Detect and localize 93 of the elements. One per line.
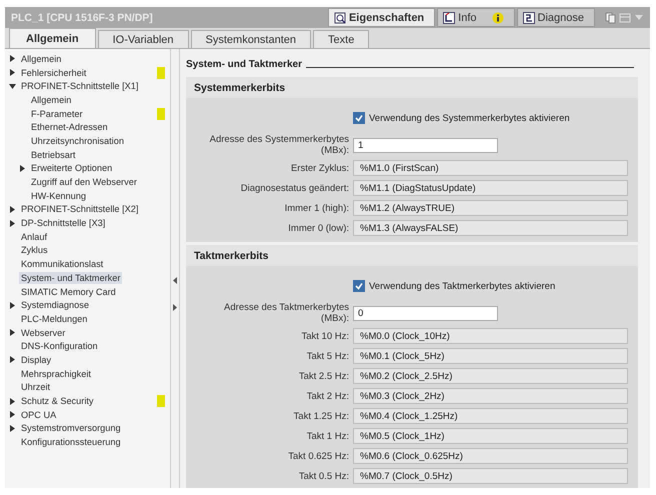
readonly-field: %M0.1 (Clock_5Hz)	[353, 348, 628, 364]
collapsed-arrow-icon[interactable]	[9, 302, 16, 309]
inspector-tab[interactable]: Diagnose	[516, 8, 595, 27]
tree-item[interactable]: System- und Taktmerker	[19, 272, 122, 284]
checkmark-icon	[355, 282, 363, 290]
tree-item[interactable]: Zyklus	[19, 244, 50, 256]
collapsed-arrow-icon[interactable]	[9, 329, 16, 336]
readonly-field: %M1.0 (FirstScan)	[353, 160, 628, 176]
tree-item[interactable]: Erweiterte Optionen	[29, 162, 114, 174]
field-label: Adresse des Taktmerkerbytes (MBx):	[223, 302, 349, 324]
tree-item[interactable]: Webserver	[19, 326, 68, 339]
field-label: Takt 2 Hz:	[306, 390, 349, 402]
field-label: Takt 0.5 Hz:	[298, 470, 349, 482]
tree-item[interactable]: DP-Schnittstelle [X3]	[19, 217, 108, 230]
expand-right-icon[interactable]	[172, 304, 178, 311]
tree-item[interactable]: Zugriff auf den Webserver	[29, 176, 139, 188]
section-title: Systemmerkerbits	[186, 77, 638, 98]
tree-item[interactable]: PLC-Meldungen	[19, 312, 90, 325]
tab[interactable]: IO-Variablen	[98, 30, 189, 48]
checkbox-label: Verwendung des Taktmerkerbytes aktivieren	[369, 280, 556, 292]
page-heading: System- und Taktmerker	[186, 59, 302, 70]
checkbox[interactable]	[353, 112, 365, 124]
tree-item[interactable]: Betriebsart	[29, 148, 78, 161]
inspector-tab[interactable]: Eigenschaften	[328, 8, 436, 27]
info-list-icon	[443, 12, 456, 24]
tree-item[interactable]: Ethernet-Adressen	[29, 121, 110, 134]
readonly-field: %M1.2 (AlwaysTRUE)	[353, 200, 628, 216]
readonly-field: %M0.6 (Clock_0.625Hz)	[353, 448, 628, 464]
window-title: PLC_1 [CPU 1516F-3 PN/DP]	[10, 12, 154, 24]
tree-item[interactable]: Systemstromversorgung	[19, 422, 123, 434]
checkbox-label: Verwendung des Systemmerkerbytes aktivieren	[369, 112, 570, 124]
readonly-field: %M0.3 (Clock_2Hz)	[353, 388, 628, 404]
magnifier-icon	[334, 12, 346, 24]
collapsed-arrow-icon[interactable]	[9, 206, 16, 213]
field-label: Takt 1.25 Hz:	[292, 410, 349, 422]
field-label: Immer 1 (high):	[284, 202, 349, 214]
tree-item[interactable]: Uhrzeitsynchronisation	[29, 134, 126, 147]
input-field[interactable]: 0	[353, 306, 498, 320]
tree-item[interactable]: Schutz & Security	[19, 395, 96, 408]
tree-item[interactable]: HW-Kennung	[29, 190, 88, 202]
collapsed-arrow-icon[interactable]	[9, 424, 16, 432]
collapsed-arrow-icon[interactable]	[9, 398, 16, 405]
collapsed-arrow-icon[interactable]	[9, 356, 16, 364]
readonly-field: %M0.4 (Clock_1.25Hz)	[353, 408, 628, 424]
tab[interactable]: Systemkonstanten	[190, 30, 312, 48]
checkmark-icon	[355, 114, 363, 122]
float-window-icon[interactable]	[605, 12, 616, 24]
tree-item[interactable]: Kommunikationslast	[19, 258, 106, 270]
tree-item[interactable]: PROFINET-Schnittstelle [X2]	[19, 203, 140, 216]
tree-item[interactable]: OPC UA	[19, 408, 58, 421]
readonly-field: %M0.5 (Clock_1Hz)	[353, 428, 628, 444]
readonly-field: %M0.0 (Clock_10Hz)	[353, 328, 628, 344]
checkbox[interactable]	[353, 280, 365, 292]
readonly-field: %M0.2 (Clock_2.5Hz)	[353, 368, 628, 384]
field-label: Takt 2.5 Hz:	[298, 370, 349, 382]
tree-item[interactable]: DNS-Konfiguration	[19, 340, 100, 352]
info-badge-icon	[492, 12, 504, 24]
field-label: Takt 0.625 Hz:	[287, 450, 349, 462]
collapsed-arrow-icon[interactable]	[9, 220, 16, 227]
tree-item[interactable]: Allgemein	[29, 94, 74, 106]
field-label: Takt 1 Hz:	[306, 430, 349, 442]
field-label: Takt 10 Hz:	[300, 330, 349, 342]
field-label: Diagnosestatus geändert:	[240, 182, 349, 194]
collapsed-arrow-icon[interactable]	[9, 69, 16, 76]
readonly-field: %M1.3 (AlwaysFALSE)	[353, 220, 628, 236]
input-field[interactable]: 1	[353, 138, 498, 152]
inspector-tab[interactable]: Info	[437, 8, 515, 27]
tree-item[interactable]: Uhrzeit	[19, 381, 52, 394]
tree-item[interactable]: SIMATIC Memory Card	[19, 286, 118, 298]
tree-item[interactable]: Mehrsprachigkeit	[19, 368, 93, 380]
tab[interactable]: Allgemein	[9, 28, 96, 48]
tree-item[interactable]: Konfigurationssteuerung	[19, 436, 123, 448]
field-label: Immer 0 (low):	[287, 222, 349, 234]
field-label: Adresse des Systemmerkerbytes (MBx):	[208, 134, 349, 156]
tree-item[interactable]: Anlauf	[19, 230, 50, 243]
tree-item[interactable]: F-Parameter	[29, 108, 85, 120]
collapsed-arrow-icon[interactable]	[19, 164, 26, 172]
expanded-arrow-icon[interactable]	[9, 82, 16, 90]
readonly-field: %M1.1 (DiagStatusUpdate)	[353, 180, 628, 196]
section-title: Taktmerkerbits	[186, 245, 638, 266]
collapse-left-icon[interactable]	[172, 277, 178, 284]
tree-item[interactable]: Systemdiagnose	[19, 299, 91, 312]
collapsed-arrow-icon[interactable]	[9, 55, 16, 62]
field-label: Takt 5 Hz:	[306, 350, 349, 362]
tree-item[interactable]: PROFINET-Schnittstelle [X1]	[19, 80, 140, 92]
diagnostics-icon	[522, 12, 535, 24]
tab[interactable]: Texte	[313, 30, 370, 48]
readonly-field: %M0.7 (Clock_0.5Hz)	[353, 468, 628, 484]
tree-item[interactable]: Fehlersicherheit	[19, 66, 88, 79]
field-label: Erster Zyklus:	[290, 162, 349, 174]
collapsed-arrow-icon[interactable]	[9, 411, 16, 418]
tree-item[interactable]: Display	[19, 354, 54, 366]
tree-item[interactable]: Allgemein	[19, 52, 64, 65]
